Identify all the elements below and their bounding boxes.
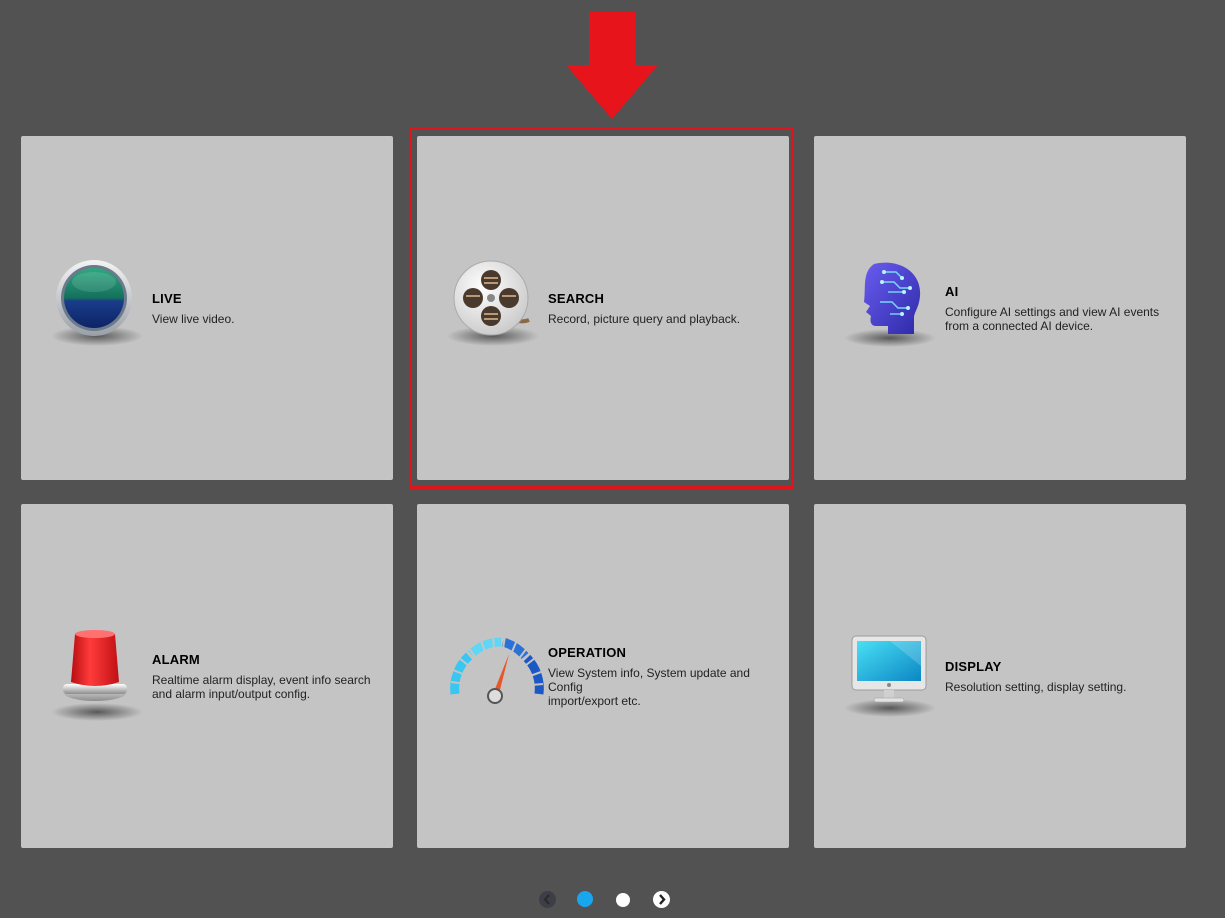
gauge-icon — [447, 626, 547, 726]
chevron-right-icon — [659, 894, 666, 905]
tile-title: ALARM — [152, 651, 200, 667]
tile-description: Record, picture query and playback. — [548, 311, 741, 326]
prev-page-button[interactable] — [539, 891, 556, 908]
tile-title: DISPLAY — [945, 658, 1002, 674]
tile-description: Resolution setting, display setting. — [945, 679, 1127, 694]
chevron-left-icon — [543, 894, 550, 905]
tile-description: View live video. — [152, 311, 235, 326]
tile-operation[interactable]: OPERATION View System info, System updat… — [417, 504, 789, 848]
tile-title: LIVE — [152, 290, 182, 306]
tile-ai[interactable]: AI Configure AI settings and view AI eve… — [814, 136, 1186, 480]
alarm-beacon-icon — [51, 626, 151, 726]
page-dot-2[interactable] — [616, 893, 630, 907]
pagination — [0, 890, 1225, 910]
next-page-button[interactable] — [653, 891, 670, 908]
film-reel-icon — [447, 258, 547, 358]
tile-title: SEARCH — [548, 290, 605, 306]
tile-search[interactable]: SEARCH Record, picture query and playbac… — [417, 136, 789, 480]
live-lens-icon — [51, 258, 151, 358]
tile-description: Configure AI settings and view AI events… — [945, 304, 1160, 333]
page-dot-1[interactable] — [577, 891, 593, 907]
ai-head-icon — [844, 258, 944, 358]
tile-live[interactable]: LIVE View live video. — [21, 136, 393, 480]
tile-display[interactable]: DISPLAY Resolution setting, display sett… — [814, 504, 1186, 848]
tile-description: Realtime alarm display, event info searc… — [152, 672, 371, 701]
tile-title: AI — [945, 283, 959, 299]
monitor-icon — [844, 626, 944, 726]
tile-alarm[interactable]: ALARM Realtime alarm display, event info… — [21, 504, 393, 848]
tile-title: OPERATION — [548, 644, 627, 660]
tile-description: View System info, System update and Conf… — [548, 665, 750, 708]
red-arrow-annotation — [566, 12, 658, 119]
